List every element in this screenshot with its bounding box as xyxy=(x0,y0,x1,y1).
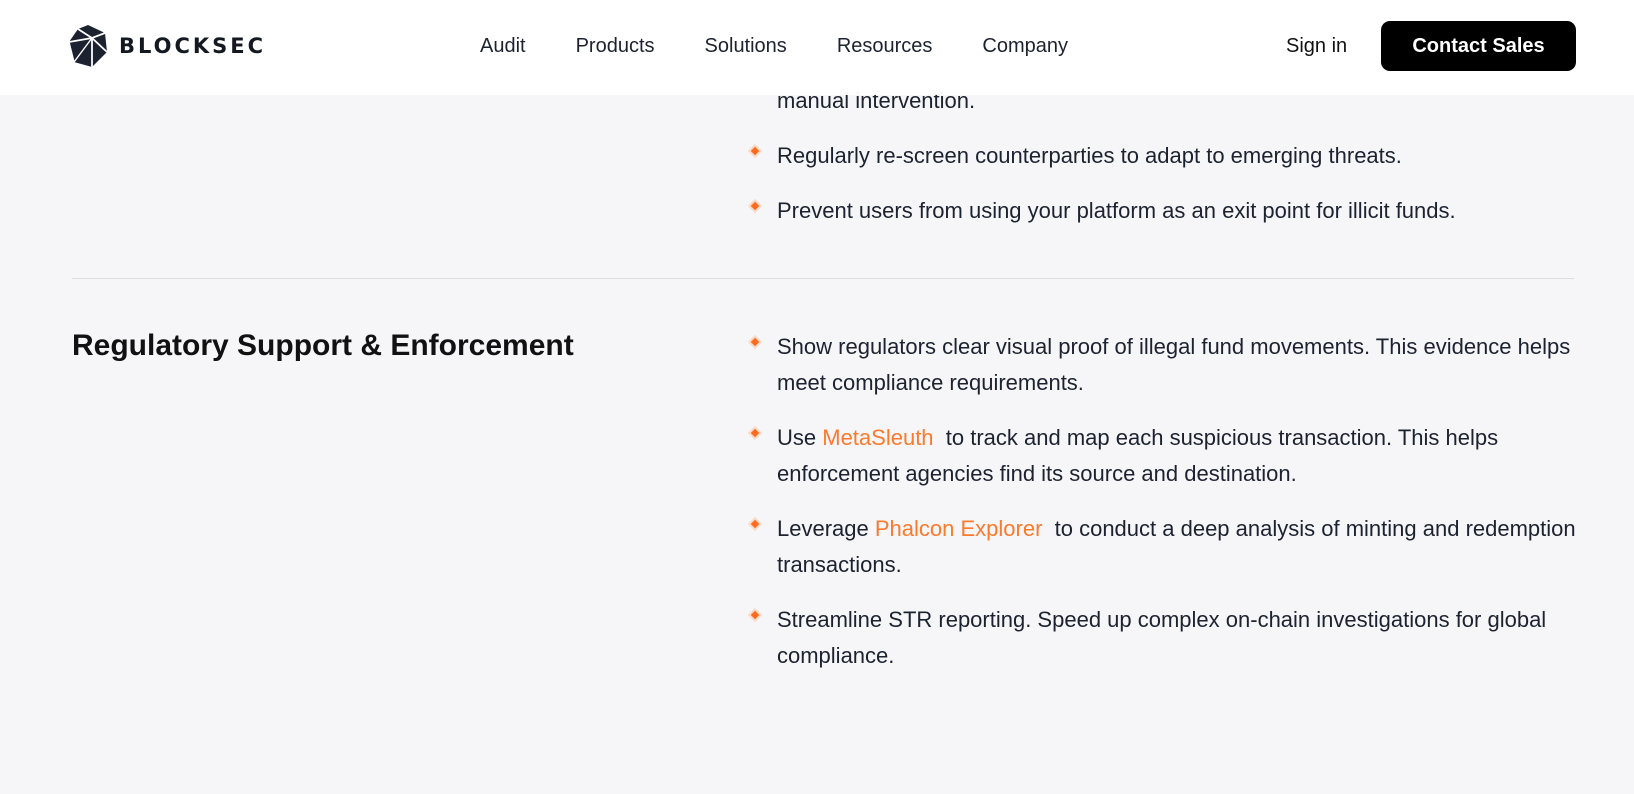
nav-audit[interactable]: Audit xyxy=(455,35,551,58)
list-item: Use MetaSleuth to track and map each sus… xyxy=(747,420,1577,492)
diamond-bullet-icon xyxy=(747,334,763,350)
diamond-bullet-icon xyxy=(747,607,763,623)
text-segment: Leverage xyxy=(777,516,875,541)
diamond-bullet-icon xyxy=(747,143,763,159)
nav-resources[interactable]: Resources xyxy=(812,35,958,58)
main-nav: Audit Products Solutions Resources Compa… xyxy=(455,28,1093,64)
section-divider xyxy=(72,278,1574,279)
list-item: Leverage Phalcon Explorer to conduct a d… xyxy=(747,511,1577,583)
list-item: Prevent users from using your platform a… xyxy=(747,193,1577,229)
contact-sales-button[interactable]: Contact Sales xyxy=(1381,21,1576,71)
diamond-bullet-icon xyxy=(747,516,763,532)
list-item-text: Use MetaSleuth to track and map each sus… xyxy=(777,420,1577,492)
section-title: Regulatory Support & Enforcement xyxy=(72,329,574,362)
diamond-bullet-icon xyxy=(747,425,763,441)
list-item-text: Leverage Phalcon Explorer to conduct a d… xyxy=(777,511,1577,583)
list-item-text: Show regulators clear visual proof of il… xyxy=(777,334,1571,395)
sign-in-link[interactable]: Sign in xyxy=(1286,28,1347,64)
list-item-text: Prevent users from using your platform a… xyxy=(777,198,1456,223)
list-item: Regularly re-screen counterparties to ad… xyxy=(747,138,1577,174)
nav-solutions[interactable]: Solutions xyxy=(680,35,812,58)
logo-text: BLOCKSEC xyxy=(119,34,267,58)
blocksec-logo-icon xyxy=(68,25,108,67)
phalcon-explorer-link[interactable]: Phalcon Explorer xyxy=(875,516,1043,541)
diamond-bullet-icon xyxy=(747,198,763,214)
list-item-text: Streamline STR reporting. Speed up compl… xyxy=(777,607,1547,668)
site-header: BLOCKSEC Audit Products Solutions Resour… xyxy=(0,0,1634,95)
list-item-text: Regularly re-screen counterparties to ad… xyxy=(777,143,1402,168)
nav-company[interactable]: Company xyxy=(957,35,1093,58)
text-segment: Use xyxy=(777,425,823,450)
list-item: Streamline STR reporting. Speed up compl… xyxy=(747,602,1577,674)
list-item: Show regulators clear visual proof of il… xyxy=(747,329,1577,401)
nav-products[interactable]: Products xyxy=(551,35,680,58)
logo[interactable]: BLOCKSEC xyxy=(68,24,266,68)
metasleuth-link[interactable]: MetaSleuth xyxy=(822,425,933,450)
